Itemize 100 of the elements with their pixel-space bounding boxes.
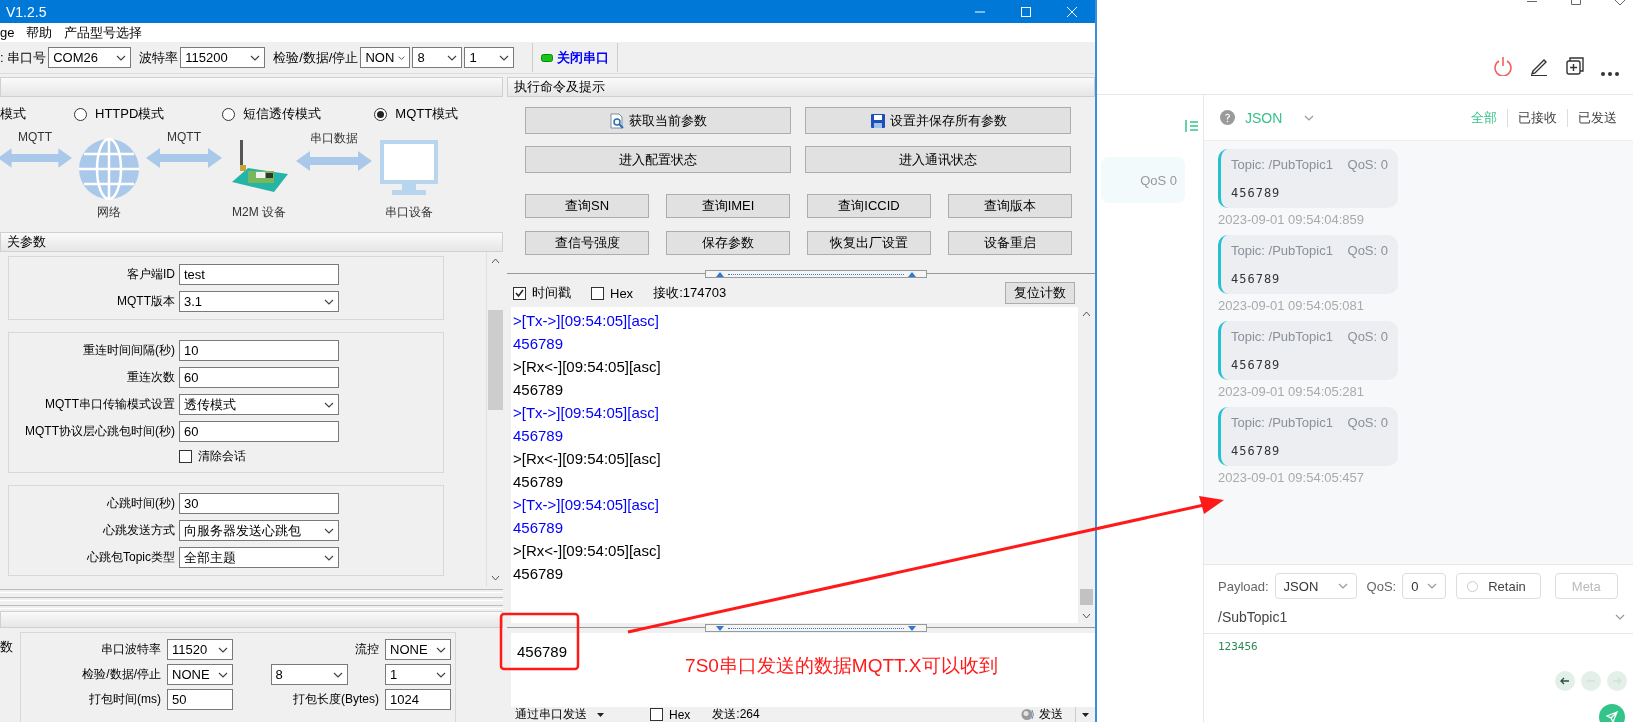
dropdown[interactable]: 1: [464, 47, 515, 68]
reset-count-button[interactable]: 复位计数: [1005, 282, 1075, 304]
message-qos: QoS: 0: [1347, 157, 1388, 172]
radio-button[interactable]: [222, 107, 236, 121]
field-label: : 串口号: [0, 48, 47, 67]
menu-item[interactable]: ge: [0, 25, 15, 40]
field-label: 心跳包Topic类型: [86, 549, 175, 566]
add-window-icon[interactable]: [1565, 56, 1585, 76]
minimize-icon[interactable]: [1527, 0, 1537, 3]
dropdown[interactable]: NONE: [385, 639, 451, 660]
command-button[interactable]: 查询IMEI: [666, 194, 790, 218]
text-field[interactable]: 10: [179, 340, 339, 361]
menu-item[interactable]: 产品型号选择: [64, 23, 143, 42]
command-button[interactable]: 获取当前参数: [525, 107, 791, 134]
scroll-up-icon[interactable]: [1082, 311, 1091, 317]
radio-label[interactable]: HTTPD模式: [95, 105, 165, 123]
port-toggle-button[interactable]: 关闭串口: [532, 43, 619, 72]
power-icon[interactable]: [1493, 56, 1513, 76]
checkbox[interactable]: [513, 286, 526, 300]
command-button[interactable]: 设备重启: [948, 231, 1072, 255]
menu-item[interactable]: 帮助: [26, 23, 53, 42]
command-button[interactable]: 进入配置状态: [525, 146, 791, 173]
maximize-icon[interactable]: [1571, 0, 1581, 5]
more-icon[interactable]: [1601, 72, 1619, 76]
command-button[interactable]: 查询SN: [525, 194, 649, 218]
message-time: 2023-09-01 09:54:05:281: [1218, 384, 1365, 399]
section-label: 数: [0, 638, 14, 656]
topic-field[interactable]: /SubTopic1: [1204, 607, 1633, 634]
text-field[interactable]: 60: [179, 421, 339, 442]
message-payload: 456789: [1231, 186, 1282, 200]
chevron-icon: [1615, 614, 1625, 620]
link-label: MQTT: [18, 130, 52, 144]
message-topic: Topic: /PubTopic1: [1231, 157, 1333, 172]
command-button[interactable]: 进入通讯状态: [805, 146, 1071, 173]
command-button[interactable]: 保存参数: [666, 231, 790, 255]
text-field[interactable]: 1024: [385, 689, 451, 710]
radio-label[interactable]: 短信透传模式: [243, 105, 322, 123]
back-button[interactable]: [1555, 671, 1575, 691]
log-line: 456789: [513, 518, 565, 538]
scroll-up-icon[interactable]: [490, 258, 500, 264]
text-field[interactable]: test: [179, 264, 339, 285]
dropdown[interactable]: COM26: [48, 47, 132, 68]
radio-label[interactable]: MQTT模式: [395, 105, 459, 123]
dropdown[interactable]: 8: [412, 47, 463, 68]
message-topic: Topic: /PubTopic1: [1231, 415, 1333, 430]
send-mode-button[interactable]: 通过串口发送: [515, 707, 604, 722]
paper-plane-icon: [1606, 711, 1618, 722]
dropdown[interactable]: JSON: [1274, 573, 1357, 599]
checkbox[interactable]: [591, 286, 604, 300]
filter-tab[interactable]: 已接收: [1507, 108, 1567, 127]
log-line: >[Rx<-][09:54:05][asc]: [513, 541, 662, 561]
radio-button[interactable]: [74, 107, 87, 121]
dropdown[interactable]: 8: [270, 664, 348, 685]
dropdown[interactable]: 透传模式: [179, 394, 339, 415]
chevron-icon: [499, 54, 510, 61]
chevron-icon: [398, 54, 406, 61]
dropdown[interactable]: 向服务器发送心跳包: [179, 520, 339, 541]
scrollbar-thumb[interactable]: [1080, 589, 1093, 605]
checkbox[interactable]: [179, 450, 192, 463]
dropdown[interactable]: 1: [385, 664, 451, 685]
dropdown[interactable]: NON: [360, 47, 411, 68]
checkbox-label[interactable]: 清除会话: [198, 448, 246, 465]
field-label: 检验/数据/停止: [82, 666, 161, 683]
command-button[interactable]: 查询版本: [948, 194, 1072, 218]
checkbox-label[interactable]: 时间戳: [532, 284, 571, 302]
command-button[interactable]: 查询ICCID: [807, 194, 931, 218]
dropdown[interactable]: 11520: [167, 639, 233, 660]
dropdown[interactable]: NONE: [167, 664, 233, 685]
radio-button[interactable]: [374, 107, 388, 121]
checkbox-label[interactable]: Hex: [610, 285, 634, 301]
dropdown[interactable]: 0: [1402, 573, 1447, 599]
command-button[interactable]: 查信号强度: [525, 231, 649, 255]
text-field[interactable]: 30: [179, 493, 339, 514]
dropdown[interactable]: 3.1: [179, 291, 339, 312]
log-line: 456789: [513, 472, 565, 492]
scroll-down-icon[interactable]: [490, 575, 500, 581]
field-label: 串口波特率: [101, 641, 161, 658]
scroll-down-icon[interactable]: [1082, 613, 1091, 619]
close-icon[interactable]: [1615, 0, 1625, 5]
globe-icon: [78, 138, 140, 200]
splitter-handle[interactable]: [705, 624, 927, 632]
retain-toggle[interactable]: Retain: [1456, 573, 1541, 599]
checkbox[interactable]: [650, 708, 663, 721]
message-payload: 456789: [1231, 272, 1282, 286]
send-input-field[interactable]: 456789 7S0串口发送的数据MQTT.X可以收到: [511, 633, 1095, 707]
log-line: >[Rx<-][09:54:05][asc]: [513, 449, 662, 469]
filter-tab[interactable]: 已发送: [1567, 108, 1627, 127]
scrollbar-thumb[interactable]: [487, 309, 503, 410]
dropdown[interactable]: 115200: [180, 47, 266, 68]
payload-editor-text[interactable]: 123456: [1204, 634, 1633, 659]
speaker-icon: [1021, 708, 1035, 721]
checkbox-label[interactable]: Hex: [669, 707, 691, 722]
vertical-scrollbar[interactable]: [486, 252, 503, 587]
text-field[interactable]: 50: [167, 689, 233, 710]
command-button[interactable]: 恢复出厂设置: [807, 231, 931, 255]
text-field[interactable]: 60: [179, 367, 339, 388]
command-button[interactable]: 设置并保存所有参数: [805, 107, 1071, 134]
link-label: 串口数据: [310, 130, 358, 147]
splitter-handle[interactable]: [705, 270, 927, 278]
dropdown[interactable]: 全部主题: [179, 547, 339, 568]
